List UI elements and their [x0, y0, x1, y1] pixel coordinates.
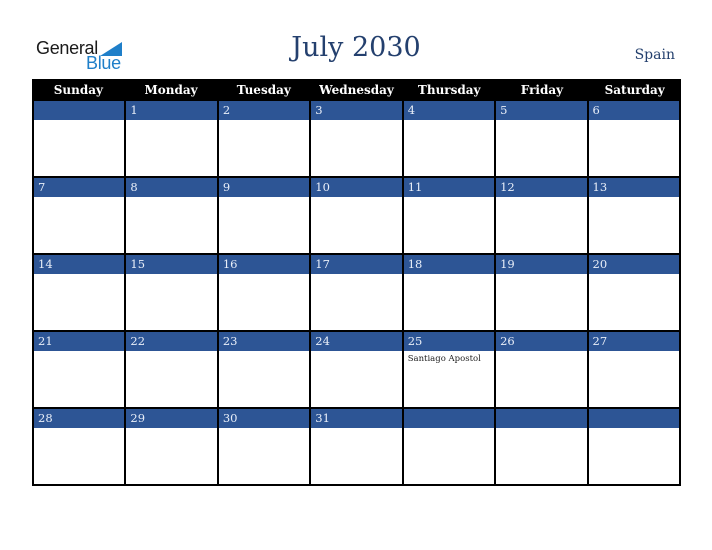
day-cell[interactable]: 7 [32, 178, 125, 255]
day-cell[interactable]: 29 [124, 409, 217, 486]
day-cell[interactable] [494, 409, 587, 486]
day-cell[interactable]: 5 [494, 101, 587, 178]
day-number: 15 [126, 255, 217, 274]
day-cell[interactable]: 19 [494, 255, 587, 332]
day-number: 12 [496, 178, 587, 197]
weeks-container: 1 2 3 4 5 6 7 8 9 10 11 12 13 14 15 16 17 18 19 20 21 22 23 24 2… [32, 101, 681, 486]
day-number: 24 [311, 332, 402, 351]
day-number: 11 [403, 178, 495, 197]
day-cell[interactable]: 18 [401, 255, 495, 332]
day-cell[interactable]: 22 [124, 332, 217, 409]
day-number: 3 [311, 101, 402, 120]
day-number: 2 [218, 101, 310, 120]
day-number: 1 [126, 101, 217, 120]
day-cell[interactable]: 12 [494, 178, 587, 255]
day-number: 26 [496, 332, 587, 351]
weekday-thursday: Thursday [417, 83, 481, 97]
day-number [588, 409, 679, 428]
day-number: 27 [588, 332, 679, 351]
page-title: July 2030 [291, 32, 421, 63]
day-cell[interactable]: 17 [309, 255, 402, 332]
day-cell[interactable]: 16 [216, 255, 310, 332]
day-cell[interactable]: 21 [32, 332, 125, 409]
day-cell[interactable]: 26 [494, 332, 587, 409]
day-cell[interactable]: 13 [586, 178, 681, 255]
weekday-header: Sunday Monday Tuesday Wednesday Thursday… [32, 79, 681, 101]
day-cell[interactable]: 14 [32, 255, 125, 332]
weekday-monday: Monday [144, 83, 198, 97]
day-cell[interactable]: 31 [309, 409, 402, 486]
day-cell[interactable]: 2 [216, 101, 310, 178]
day-number: 13 [588, 178, 679, 197]
day-number: 5 [496, 101, 587, 120]
day-cell[interactable]: 20 [586, 255, 681, 332]
day-number: 21 [34, 332, 125, 351]
day-cell[interactable]: 11 [401, 178, 495, 255]
week-row: 7 8 9 10 11 12 13 [32, 178, 681, 255]
week-row: 28 29 30 31 [32, 409, 681, 486]
day-number: 7 [34, 178, 125, 197]
day-cell[interactable] [401, 409, 495, 486]
day-number: 14 [34, 255, 125, 274]
day-cell[interactable]: 1 [124, 101, 217, 178]
day-cell[interactable]: 27 [586, 332, 681, 409]
day-number: 28 [34, 409, 125, 428]
week-row: 14 15 16 17 18 19 20 [32, 255, 681, 332]
day-number [34, 101, 125, 120]
day-number: 4 [403, 101, 495, 120]
day-cell[interactable]: 4 [401, 101, 495, 178]
day-cell[interactable]: 6 [586, 101, 681, 178]
day-number: 8 [126, 178, 217, 197]
day-cell[interactable]: 15 [124, 255, 217, 332]
day-number: 10 [311, 178, 402, 197]
day-cell[interactable]: 23 [216, 332, 310, 409]
day-cell[interactable]: 10 [309, 178, 402, 255]
day-cell[interactable]: 9 [216, 178, 310, 255]
day-number: 19 [496, 255, 587, 274]
day-cell[interactable]: 8 [124, 178, 217, 255]
weekday-saturday: Saturday [604, 83, 665, 97]
week-row: 21 22 23 24 25 Santiago Apostol 26 27 [32, 332, 681, 409]
day-number [496, 409, 587, 428]
day-number: 25 [403, 332, 495, 351]
day-number: 22 [126, 332, 217, 351]
weekday-tuesday: Tuesday [236, 83, 291, 97]
weekday-friday: Friday [520, 83, 564, 97]
day-cell[interactable]: 28 [32, 409, 125, 486]
day-number: 17 [311, 255, 402, 274]
day-number: 23 [218, 332, 310, 351]
day-number: 6 [588, 101, 679, 120]
day-cell[interactable]: 24 [309, 332, 402, 409]
day-number [403, 409, 495, 428]
day-number: 16 [218, 255, 310, 274]
day-cell[interactable]: 3 [309, 101, 402, 178]
day-number: 9 [218, 178, 310, 197]
day-cell[interactable]: 25 Santiago Apostol [401, 332, 495, 409]
day-cell[interactable]: 30 [216, 409, 310, 486]
day-cell[interactable] [586, 409, 681, 486]
calendar-grid: Sunday Monday Tuesday Wednesday Thursday… [32, 79, 681, 486]
day-number: 31 [311, 409, 402, 428]
weekday-sunday: Sunday [53, 83, 103, 97]
holiday-label: Santiago Apostol [407, 354, 481, 364]
week-row: 123456 [32, 101, 681, 178]
day-number: 18 [403, 255, 495, 274]
day-number: 29 [126, 409, 217, 428]
weekday-wednesday: Wednesday [319, 83, 394, 97]
country-label: Spain [634, 47, 675, 63]
day-cell[interactable] [32, 101, 125, 178]
day-number: 20 [588, 255, 679, 274]
day-number: 30 [218, 409, 310, 428]
